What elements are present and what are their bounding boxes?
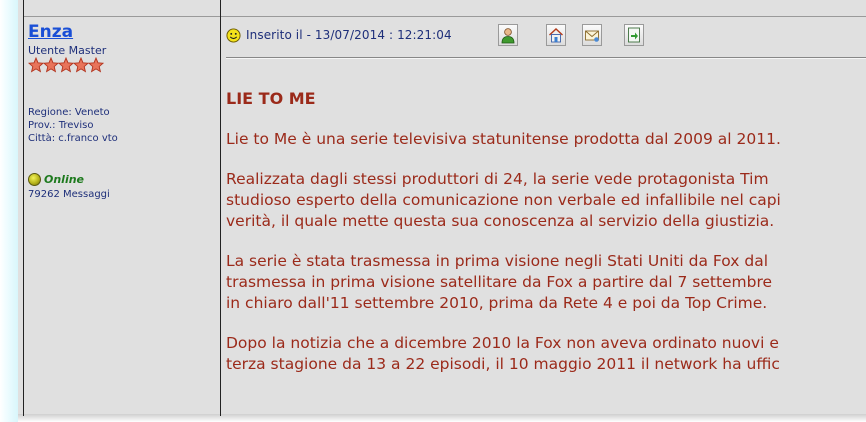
text-line: Lie to Me è una serie televisiva statuni… [226,130,781,148]
text-line: studioso esperto della comunicazione non… [226,191,781,209]
post-title: LIE TO ME [226,89,316,108]
post-timestamp: Inserito il - 13/07/2014 : 12:21:04 [246,28,452,42]
email-icon [585,30,599,42]
paragraph: La serie è stata trasmessa in prima visi… [226,251,866,314]
paragraph: Dopo la notizia che a dicembre 2010 la F… [226,333,866,375]
header-separator [226,57,866,59]
top-border [24,16,866,17]
text-line: Dopo la notizia che a dicembre 2010 la F… [226,334,779,352]
profile-icon [501,28,515,44]
author-info: Regione: Veneto Prov.: Treviso Città: c.… [28,106,216,145]
author-province: Prov.: Treviso [28,120,94,131]
rank-stars-icon [28,57,216,73]
author-region: Regione: Veneto [28,107,110,118]
author-rank: Utente Master [28,44,107,57]
homepage-button[interactable] [546,24,566,46]
paragraph: Lie to Me è una serie televisiva statuni… [226,129,866,150]
column-divider [220,0,221,416]
post-header: Inserito il - 13/07/2014 : 12:21:04 [226,23,452,47]
text-line: terza stagione da 13 a 22 episodi, il 10… [226,355,780,373]
left-border [23,0,24,416]
text-line: in chiaro dall'11 settembre 2010, prima … [226,294,768,312]
online-dot-icon [28,172,41,186]
reply-quote-button[interactable] [624,24,644,46]
text-line: Realizzata dagli stessi produttori di 24… [226,170,769,188]
author-city: Città: c.franco vto [28,133,118,144]
text-line: La serie è stata trasmessa in prima visi… [226,252,769,270]
left-glow [0,0,18,422]
email-button[interactable] [582,24,602,46]
reply-quote-icon [628,27,640,43]
text-line: trasmessa in prima visione satellitare d… [226,273,773,291]
message-count: 79262 Messaggi [28,189,110,200]
author-name-link[interactable]: Enza [28,22,73,42]
paragraph: Realizzata dagli stessi produttori di 24… [226,169,866,232]
smiley-icon [226,27,241,43]
home-icon [549,28,563,43]
author-panel: Enza Utente Master Regione: Veneto Prov.… [28,22,216,201]
online-status: Online [28,171,216,187]
post-body: LIE TO ME Lie to Me è una serie televisi… [226,88,866,394]
table-shadow [18,414,866,422]
text-line: verità, il quale mette questa sua conosc… [226,212,775,230]
online-label: Online [44,172,85,186]
profile-button[interactable] [498,24,518,46]
